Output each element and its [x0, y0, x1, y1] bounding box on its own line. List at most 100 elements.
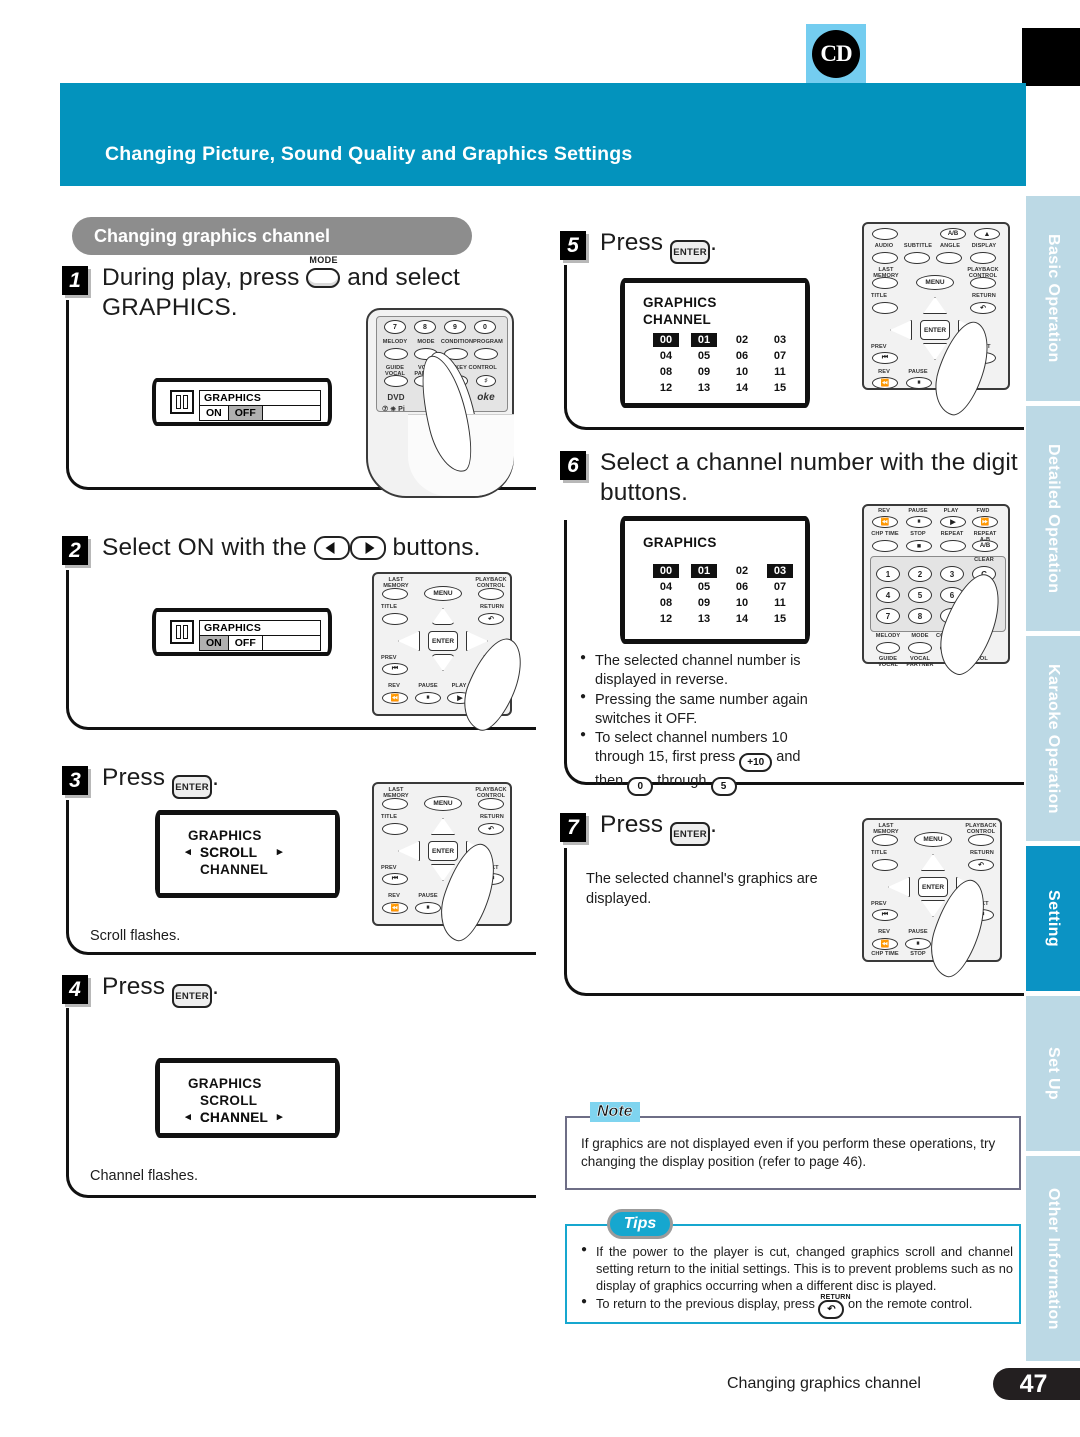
remote-label-play: PLAY — [943, 508, 959, 514]
remote-key-prev: ⏮ — [382, 663, 408, 675]
remote-key-1: 1 — [876, 566, 900, 582]
remote-key-subtitle — [904, 252, 930, 264]
remote-label-chp-time: CHP TIME — [871, 951, 899, 957]
remote-brand-dvd-1: DVD — [387, 393, 405, 402]
note-badge: Note — [590, 1102, 640, 1122]
remote-label-guide-vocal: GUIDE VOCAL — [877, 656, 899, 668]
step-3-text: Press — [102, 764, 166, 791]
channel-cell: 08 — [659, 366, 673, 378]
remote-label-mode: MODE — [417, 339, 435, 345]
tips-item-2-lead: To return to the previous display, press — [596, 1295, 815, 1311]
remote-key-9: 9 — [444, 320, 466, 334]
remote-key-title — [872, 859, 898, 871]
remote-key-prev: ⏮ — [382, 873, 408, 885]
remote-label-pause: PAUSE — [908, 369, 928, 375]
channel-cell: 00 — [653, 564, 679, 578]
step-3-number: 3 — [62, 766, 88, 795]
step-5-remote-illustration: A/B ▲ AUDIO SUBTITLE ANGLE DISPLAY LAST … — [862, 222, 1010, 421]
sidebar-tab-karaoke-operation[interactable]: Karaoke Operation — [1026, 636, 1080, 841]
step-2-number: 2 — [62, 536, 88, 565]
step-5-osd-subtitle: CHANNEL — [643, 312, 712, 327]
step-4-osd-line-2: SCROLL — [200, 1093, 258, 1108]
step-6-osd-screen: GRAPHICS 00 01 02 03 04 05 06 07 08 09 1… — [620, 516, 810, 644]
digit-zero-key-icon: 0 — [627, 777, 654, 797]
remote-label-return: RETURN — [972, 293, 996, 299]
step-6-bullet-1: The selected channel number is displayed… — [580, 651, 830, 690]
remote-key-stop: ■ — [906, 540, 932, 552]
channel-cell: 13 — [697, 382, 711, 394]
step-2: 2 Select ON with the buttons. — [62, 533, 552, 565]
step-6-text: Select a channel number with the digit b… — [600, 449, 1018, 506]
enter-button-icon: ENTER — [172, 775, 213, 799]
sidebar-tab-set-up[interactable]: Set Up — [1026, 996, 1080, 1151]
channel-cell: 11 — [774, 366, 786, 378]
remote-key-title — [382, 823, 408, 835]
remote-label-prev: PREV — [871, 344, 887, 350]
remote-key-prev: ⏮ — [872, 909, 898, 921]
remote-key-right — [466, 631, 488, 651]
remote-key-8: 8 — [414, 320, 436, 334]
remote-key-menu: MENU — [424, 586, 462, 601]
step-7-number: 7 — [560, 813, 586, 842]
remote-key-display — [970, 252, 996, 264]
remote-label-return: RETURN — [480, 814, 504, 820]
remote-label-return: RETURN — [970, 850, 994, 856]
step-4-number: 4 — [62, 975, 88, 1004]
remote-key-3: 3 — [940, 566, 964, 582]
channel-cell: 01 — [691, 333, 717, 347]
remote-key-up — [431, 608, 455, 625]
remote-key-menu: MENU — [914, 832, 952, 847]
remote-key-left — [398, 841, 420, 861]
step-1-text-before: During play, press — [102, 264, 300, 291]
sidebar-tab-other-information[interactable]: Other Information — [1026, 1156, 1080, 1361]
step-6: 6 Select a channel number with the digit… — [560, 448, 1030, 508]
remote-label-prev: PREV — [871, 901, 887, 907]
remote-key-down — [431, 654, 455, 671]
remote-label-stop: STOP — [910, 951, 926, 957]
step-3: 3 Press ENTER. — [62, 763, 219, 799]
graphics-icon — [170, 620, 194, 644]
sidebar-tab-detailed-operation[interactable]: Detailed Operation — [1026, 406, 1080, 631]
remote-key-pause: ⏸ — [415, 692, 441, 704]
remote-key-up — [921, 854, 945, 871]
channel-cell: 09 — [697, 597, 711, 609]
channel-cell: 02 — [735, 334, 749, 346]
remote-key-top-left — [872, 228, 898, 240]
remote-label-rev: REV — [388, 893, 400, 899]
channel-cell: 00 — [653, 333, 679, 347]
remote-label-title: TITLE — [381, 814, 398, 820]
step-3-osd-line-1: GRAPHICS — [188, 828, 262, 843]
remote-label-subtitle: SUBTITLE — [903, 243, 933, 249]
remote-label-condition: CONDITION — [440, 339, 474, 345]
remote-key-chp-time — [872, 540, 898, 552]
remote-key-fwd: ⏩ — [972, 516, 998, 528]
step-5-osd-title: GRAPHICS — [643, 295, 717, 310]
sidebar-tab-setting[interactable]: Setting — [1026, 846, 1080, 991]
bullet-3-part-a: To select channel numbers 10 — [595, 730, 788, 747]
channel-cell: 14 — [735, 613, 749, 625]
remote-key-ab: A/B — [940, 228, 966, 240]
remote-key-5: 5 — [908, 587, 932, 603]
remote-key-play: ▶ — [940, 516, 966, 528]
digit-five-key-icon: 5 — [710, 777, 737, 797]
remote-label-melody: MELODY — [875, 633, 901, 639]
channel-cell: 15 — [773, 613, 787, 625]
tips-item-2: To return to the previous display, press… — [581, 1294, 1013, 1319]
remote-key-enter: ENTER — [918, 877, 948, 897]
note-text: If graphics are not displayed even if yo… — [581, 1136, 996, 1170]
remote-key-playback-control — [478, 798, 504, 810]
tips-item-2-tail: on the remote control. — [847, 1295, 973, 1311]
step-4-osd-line-3-flashing: CHANNEL — [183, 1110, 285, 1125]
channel-cell: 03 — [767, 564, 793, 578]
remote-label-fwd: FWD — [976, 508, 990, 514]
remote-key-2: 2 — [908, 566, 932, 582]
remote-key-menu: MENU — [916, 275, 954, 290]
remote-label-title: TITLE — [381, 604, 398, 610]
graphics-icon — [170, 390, 194, 414]
remote-key-guide-vocal — [384, 375, 408, 387]
step-6-bullet-3: To select channel numbers 10 through 15,… — [580, 728, 830, 797]
remote-key-pause: ⏸ — [906, 377, 932, 389]
sidebar-tab-basic-operation[interactable]: Basic Operation — [1026, 196, 1080, 401]
remote-label-program: PROGRAM — [473, 339, 503, 345]
remote-key-0: 0 — [474, 320, 496, 334]
